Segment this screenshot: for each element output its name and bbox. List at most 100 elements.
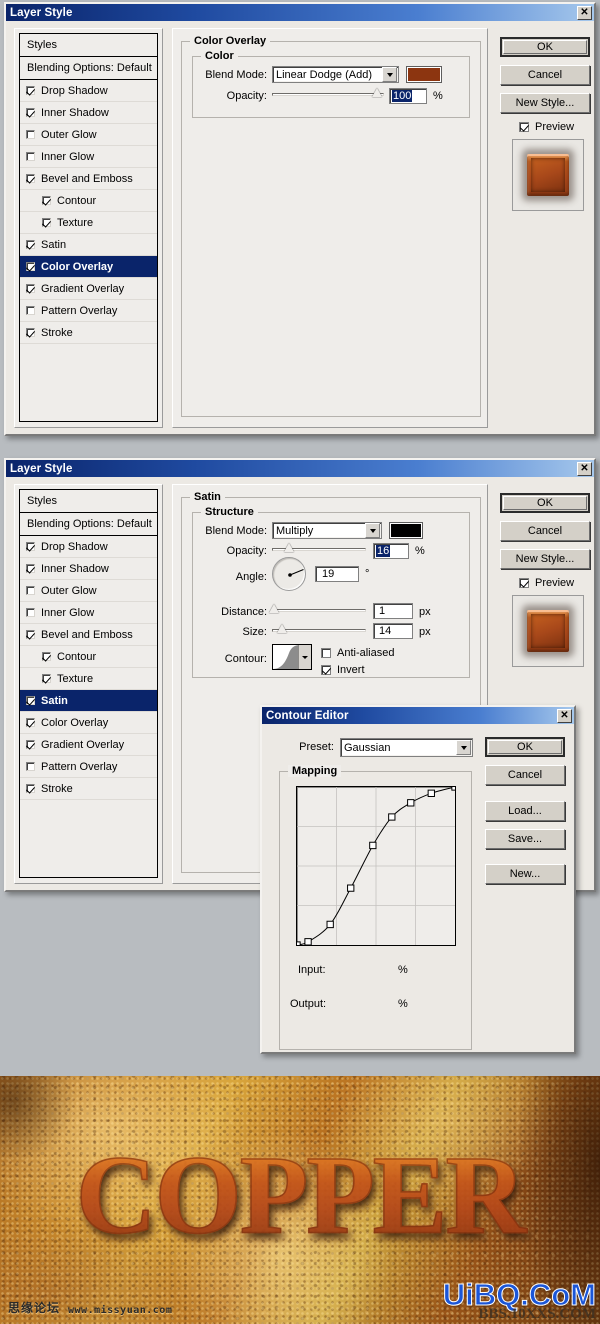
style-list-item[interactable]: Drop Shadow [20,536,157,558]
new-style-button-2[interactable]: New Style... [500,549,590,569]
size-input[interactable]: 14 [373,623,413,639]
checkbox-icon[interactable] [26,630,35,639]
style-list-item[interactable]: Inner Shadow [20,102,157,124]
checkbox-icon[interactable] [321,648,331,658]
checkbox-icon[interactable] [26,284,35,293]
checkbox-icon[interactable] [26,608,35,617]
color-swatch-1[interactable] [406,66,442,83]
new-style-button-1[interactable]: New Style... [500,93,590,113]
color-swatch-2[interactable] [389,522,423,539]
curve-control-point[interactable] [389,814,395,820]
styles-list-1[interactable]: Styles Blending Options: Default Drop Sh… [19,33,158,422]
curve-control-point[interactable] [452,787,455,790]
contour-preview-select[interactable] [272,644,312,670]
contour-new-button[interactable]: New... [485,864,565,884]
checkbox-icon[interactable] [26,696,35,705]
preset-select[interactable]: Gaussian [340,738,473,757]
style-list-item[interactable]: Gradient Overlay [20,734,157,756]
curve-control-point[interactable] [408,800,414,806]
checkbox-icon[interactable] [26,262,35,271]
contour-load-button[interactable]: Load... [485,801,565,821]
blend-mode-select-2[interactable]: Multiply [272,522,382,539]
distance-input[interactable]: 1 [373,603,413,619]
size-slider[interactable] [272,624,366,637]
close-icon[interactable]: ✕ [577,461,592,476]
style-list-item[interactable]: Drop Shadow [20,80,157,102]
checkbox-icon[interactable] [519,122,529,132]
slider-thumb[interactable] [284,543,294,552]
curve-control-point[interactable] [327,921,333,927]
checkbox-icon[interactable] [26,174,35,183]
slider-thumb[interactable] [372,88,382,97]
checkbox-icon[interactable] [26,542,35,551]
contour-cancel-button[interactable]: Cancel [485,765,565,785]
style-list-item[interactable]: Inner Shadow [20,558,157,580]
style-list-item[interactable]: Satin [20,690,157,712]
angle-input[interactable]: 19 [315,566,359,582]
cancel-button-2[interactable]: Cancel [500,521,590,541]
opacity-slider-1[interactable] [272,88,384,101]
checkbox-icon[interactable] [26,152,35,161]
contour-save-button[interactable]: Save... [485,829,565,849]
checkbox-icon[interactable] [26,328,35,337]
checkbox-icon[interactable] [42,218,51,227]
chevron-down-icon[interactable] [365,523,380,538]
slider-thumb[interactable] [277,624,287,633]
checkbox-icon[interactable] [26,762,35,771]
chevron-down-icon[interactable] [382,67,397,82]
blend-mode-select-1[interactable]: Linear Dodge (Add) [272,66,399,83]
checkbox-icon[interactable] [26,130,35,139]
checkbox-icon[interactable] [26,108,35,117]
style-list-item[interactable]: Stroke [20,778,157,800]
curve-control-point[interactable] [297,942,300,945]
angle-dial[interactable] [272,557,306,591]
layer-style-dialog-1[interactable]: Layer Style ✕ Styles Blending Options: D… [4,2,596,436]
style-list-item[interactable]: Color Overlay [20,712,157,734]
dialog-1-titlebar[interactable]: Layer Style ✕ [6,4,594,21]
opacity-input-1[interactable]: 100 [389,88,427,104]
curve-control-point[interactable] [370,842,376,848]
checkbox-icon[interactable] [26,306,35,315]
cancel-button-1[interactable]: Cancel [500,65,590,85]
checkbox-icon[interactable] [42,196,51,205]
close-icon[interactable]: ✕ [577,5,592,20]
preview-checkbox-1[interactable]: Preview [519,121,574,133]
style-list-item[interactable]: Gradient Overlay [20,278,157,300]
distance-slider[interactable] [269,604,366,617]
style-list-item[interactable]: Texture [20,212,157,234]
style-list-item[interactable]: Color Overlay [20,256,157,278]
close-icon[interactable]: ✕ [557,708,572,723]
checkbox-icon[interactable] [26,564,35,573]
checkbox-icon[interactable] [321,665,331,675]
checkbox-icon[interactable] [26,240,35,249]
ok-button-2[interactable]: OK [500,493,590,513]
style-list-item[interactable]: Contour [20,646,157,668]
style-list-item[interactable]: Bevel and Emboss [20,624,157,646]
checkbox-icon[interactable] [42,652,51,661]
opacity-slider-2[interactable] [272,543,366,556]
invert-checkbox[interactable]: Invert [321,664,365,676]
contour-editor-dialog[interactable]: Contour Editor ✕ Preset: Gaussian Mappin… [260,705,576,1054]
opacity-input-2[interactable]: 16 [373,543,409,559]
blending-options-item[interactable]: Blending Options: Default [20,57,157,80]
style-list-item[interactable]: Inner Glow [20,602,157,624]
checkbox-icon[interactable] [42,674,51,683]
checkbox-icon[interactable] [26,586,35,595]
style-list-item[interactable]: Contour [20,190,157,212]
checkbox-icon[interactable] [26,86,35,95]
blending-options-item[interactable]: Blending Options: Default [20,513,157,536]
curve-control-point[interactable] [428,790,434,796]
chevron-down-icon[interactable] [298,645,311,669]
ok-button-1[interactable]: OK [500,37,590,57]
style-list-item[interactable]: Texture [20,668,157,690]
style-list-item[interactable]: Pattern Overlay [20,300,157,322]
style-list-item[interactable]: Outer Glow [20,124,157,146]
checkbox-icon[interactable] [26,718,35,727]
curve-control-point[interactable] [305,939,311,945]
styles-list-2[interactable]: Styles Blending Options: Default Drop Sh… [19,489,158,878]
style-list-item[interactable]: Stroke [20,322,157,344]
style-list-item[interactable]: Inner Glow [20,146,157,168]
chevron-down-icon[interactable] [456,740,471,755]
style-list-item[interactable]: Satin [20,234,157,256]
dialog-2-titlebar[interactable]: Layer Style ✕ [6,460,594,477]
